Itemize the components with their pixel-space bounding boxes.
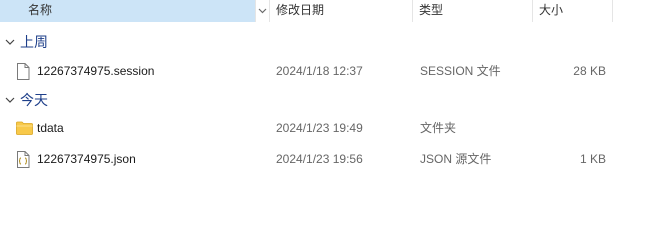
file-size: 1 KB	[579, 152, 606, 166]
file-date: 2024/1/23 19:49	[276, 121, 363, 135]
file-row[interactable]: 12267374975.session 2024/1/18 12:37 SESS…	[0, 57, 663, 85]
generic-file-icon	[16, 57, 34, 85]
file-type: 文件夹	[420, 121, 457, 135]
file-row[interactable]: tdata 2024/1/23 19:49 文件夹	[0, 114, 663, 142]
file-row[interactable]: 12267374975.json 2024/1/23 19:56 JSON 源文…	[0, 145, 663, 173]
column-header-date[interactable]: 修改日期	[270, 0, 413, 22]
column-header-size[interactable]: 大小	[533, 0, 613, 22]
group-header-today[interactable]: 今天	[0, 89, 48, 111]
group-header-last-week[interactable]: 上周	[0, 31, 48, 53]
chevron-down-icon[interactable]	[5, 95, 15, 105]
group-label: 上周	[20, 34, 48, 50]
column-header: 名称 修改日期 类型 大小	[0, 0, 663, 22]
file-date: 2024/1/18 12:37	[276, 64, 363, 78]
json-file-icon	[16, 145, 34, 173]
file-date: 2024/1/23 19:56	[276, 152, 363, 166]
file-type: SESSION 文件	[420, 64, 501, 78]
file-size	[540, 114, 606, 142]
file-size: 28 KB	[573, 64, 606, 78]
file-type: JSON 源文件	[420, 152, 492, 166]
sort-chevron-down-icon[interactable]	[256, 0, 270, 22]
file-name: tdata	[37, 121, 64, 135]
column-header-type[interactable]: 类型	[413, 0, 533, 22]
file-name: 12267374975.session	[37, 64, 155, 78]
folder-icon	[16, 114, 34, 142]
group-label: 今天	[20, 92, 48, 108]
chevron-down-icon[interactable]	[5, 37, 15, 47]
file-name: 12267374975.json	[37, 152, 136, 166]
column-header-name[interactable]: 名称	[0, 0, 256, 22]
